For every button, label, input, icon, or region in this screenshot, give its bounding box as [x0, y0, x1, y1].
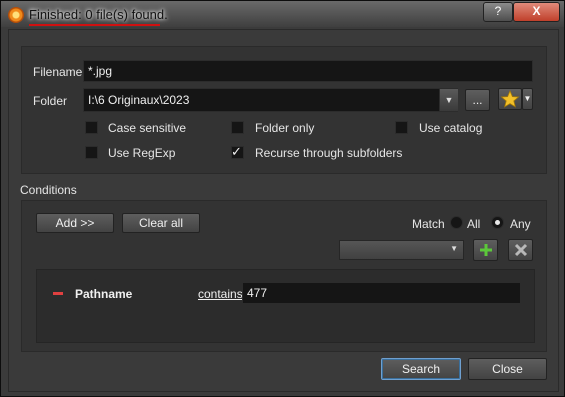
x-icon — [514, 243, 527, 257]
checkmark-icon: ✓ — [231, 144, 242, 159]
match-label: Match — [412, 217, 445, 231]
match-all-label: All — [467, 217, 481, 231]
browse-button[interactable]: ... — [465, 89, 490, 111]
add-condition-icon-button[interactable] — [473, 239, 498, 261]
search-options-group: Filename Folder ▼ ... ▼ Case sensitive F… — [21, 46, 547, 174]
plus-icon — [479, 244, 492, 256]
case-sensitive-label: Case sensitive — [108, 121, 187, 135]
title-underline-annotation — [29, 24, 160, 26]
conditions-list: Pathname contains — [36, 269, 535, 343]
radio-selected-dot — [495, 220, 500, 225]
conditions-label: Conditions — [20, 183, 77, 197]
conditions-group: Add >> Clear all Match All Any ▼ Pathnam… — [21, 200, 547, 352]
window-close-button[interactable]: X — [513, 2, 560, 22]
title-bar[interactable]: Finished: 0 file(s) found. ? X — [1, 1, 564, 27]
folder-only-checkbox[interactable] — [231, 121, 244, 134]
chevron-down-icon: ▼ — [450, 244, 458, 253]
condition-type-select[interactable]: ▼ — [339, 240, 464, 260]
remove-row-minus-icon[interactable] — [53, 292, 63, 295]
condition-operator-link[interactable]: contains — [198, 287, 243, 301]
filename-label: Filename — [33, 65, 83, 79]
app-logo-icon — [8, 7, 24, 23]
use-catalog-checkbox[interactable] — [395, 121, 408, 134]
close-button[interactable]: Close — [468, 358, 547, 380]
recurse-checkbox[interactable]: ✓ — [231, 144, 244, 159]
folder-dropdown-arrow-icon[interactable]: ▼ — [439, 89, 458, 111]
find-dialog: Finished: 0 file(s) found. ? X Filename … — [0, 0, 565, 397]
filename-input[interactable] — [83, 60, 533, 82]
folder-input[interactable] — [83, 88, 458, 112]
search-button[interactable]: Search — [381, 358, 461, 380]
folder-only-label: Folder only — [255, 121, 315, 135]
add-condition-button[interactable]: Add >> — [36, 213, 114, 233]
folder-combo[interactable]: ▼ — [83, 88, 458, 112]
match-any-radio[interactable] — [491, 216, 504, 229]
use-regexp-label: Use RegExp — [108, 146, 176, 160]
use-regexp-checkbox[interactable] — [85, 146, 98, 159]
clear-all-button[interactable]: Clear all — [122, 213, 200, 233]
favorites-dropdown-arrow-icon[interactable]: ▼ — [522, 88, 533, 110]
star-icon — [500, 89, 520, 108]
folder-label: Folder — [33, 94, 68, 108]
favorites-button[interactable] — [498, 88, 522, 110]
remove-condition-icon-button[interactable] — [508, 239, 533, 261]
dialog-body: Filename Folder ▼ ... ▼ Case sensitive F… — [8, 29, 559, 392]
help-button[interactable]: ? — [483, 2, 513, 22]
condition-value-input[interactable] — [242, 282, 521, 304]
condition-field-name: Pathname — [75, 287, 133, 301]
recurse-label: Recurse through subfolders — [255, 146, 403, 160]
case-sensitive-checkbox[interactable] — [85, 121, 98, 134]
use-catalog-label: Use catalog — [419, 121, 483, 135]
match-any-label: Any — [510, 217, 531, 231]
match-all-radio[interactable] — [450, 216, 463, 229]
window-title: Finished: 0 file(s) found. — [29, 7, 168, 22]
